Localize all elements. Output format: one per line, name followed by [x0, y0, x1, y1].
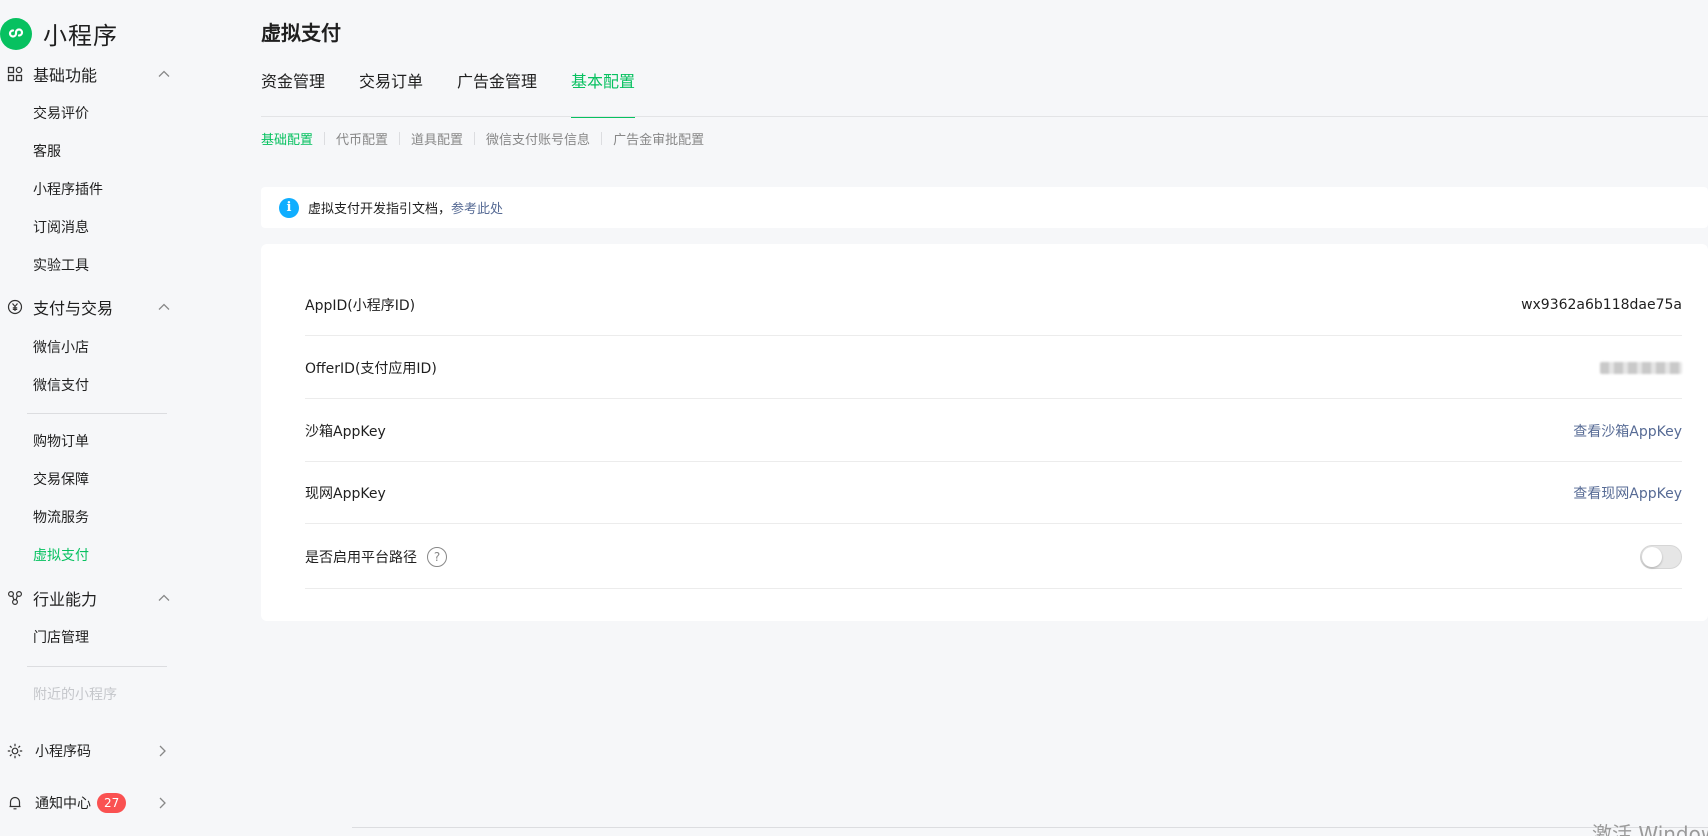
sidebar-item-virtual-pay[interactable]: 虚拟支付: [33, 545, 89, 567]
chevron-up-icon: [158, 303, 170, 310]
notification-count-badge: 27: [97, 793, 127, 813]
row-label: AppID(小程序ID): [305, 297, 416, 314]
sidebar-item-nearby-mini-programs: 附近的小程序: [33, 687, 117, 703]
row-label: 现网AppKey: [305, 485, 386, 502]
windows-activation-watermark: 激活 Windows: [1592, 822, 1708, 836]
sidebar-group-label: 支付与交易: [33, 299, 114, 318]
sidebar-group-industry[interactable]: 行业能力: [0, 583, 180, 613]
subtab-basic-config[interactable]: 基础配置: [261, 129, 313, 148]
sidebar-group-payment[interactable]: 支付与交易: [0, 292, 180, 322]
sun-burst-icon: [6, 742, 24, 760]
help-icon[interactable]: ?: [427, 546, 447, 567]
row-label-text: 是否启用平台路径: [305, 549, 417, 566]
subtab-currency-config[interactable]: 代币配置: [336, 129, 388, 148]
toggle-knob: [1642, 546, 1662, 567]
dev-guide-notice: i 虚拟支付开发指引文档， 参考此处: [261, 187, 1708, 228]
sidebar-item-shopping-orders[interactable]: 购物订单: [33, 431, 89, 453]
notice-text: 虚拟支付开发指引文档，: [308, 202, 452, 217]
sidebar-item-plugins[interactable]: 小程序插件: [33, 179, 103, 201]
config-row-sandbox-appkey: 沙箱AppKey 查看沙箱AppKey: [305, 400, 1682, 462]
sub-tabs: 基础配置 代币配置 道具配置 微信支付账号信息 广告金审批配置: [261, 128, 704, 148]
grid-icon: [6, 65, 24, 83]
tab-fund-management[interactable]: 资金管理: [261, 70, 325, 118]
yuan-circle-icon: [6, 298, 24, 316]
config-row-live-appkey: 现网AppKey 查看现网AppKey: [305, 462, 1682, 524]
sidebar-divider: [27, 666, 167, 667]
bell-icon: [6, 794, 24, 812]
sidebar-item-trade-guarantee[interactable]: 交易保障: [33, 469, 89, 491]
subtab-separator: [474, 131, 476, 145]
view-sandbox-appkey-link[interactable]: 查看沙箱AppKey: [1573, 421, 1682, 441]
nodes-icon: [6, 589, 24, 607]
subtab-wechat-pay-account[interactable]: 微信支付账号信息: [486, 129, 590, 148]
sidebar-item-label: 小程序码: [35, 744, 91, 760]
sidebar-item-logistics[interactable]: 物流服务: [33, 507, 89, 529]
sidebar-item-trade-review[interactable]: 交易评价: [33, 103, 89, 125]
sidebar-divider: [27, 413, 167, 414]
tab-ad-fund-management[interactable]: 广告金管理: [457, 70, 537, 118]
platform-path-toggle[interactable]: [1640, 544, 1682, 569]
footer-divider: [352, 827, 1708, 828]
config-row-appid: AppID(小程序ID) wx9362a6b118dae75a: [305, 274, 1682, 336]
config-row-platform-path: 是否启用平台路径 ?: [305, 525, 1682, 589]
app-logo-text: 小程序: [43, 22, 118, 50]
subtab-separator: [601, 131, 603, 145]
tab-basic-config[interactable]: 基本配置: [571, 70, 636, 118]
view-live-appkey-link[interactable]: 查看现网AppKey: [1573, 483, 1682, 503]
subtab-item-config[interactable]: 道具配置: [411, 129, 463, 148]
config-row-offerid: OfferID(支付应用ID): [305, 337, 1682, 399]
row-label: 沙箱AppKey: [305, 423, 386, 440]
chevron-up-icon: [158, 594, 170, 601]
tab-trade-orders[interactable]: 交易订单: [359, 70, 423, 118]
mini-program-logo-icon: [0, 17, 32, 50]
app-logo[interactable]: 小程序: [0, 16, 118, 51]
sidebar-item-wechat-shop[interactable]: 微信小店: [33, 337, 89, 359]
row-label: OfferID(支付应用ID): [305, 360, 437, 377]
config-card: AppID(小程序ID) wx9362a6b118dae75a OfferID(…: [261, 244, 1708, 621]
tabs-divider: [261, 116, 1708, 117]
sidebar-item-store-management[interactable]: 门店管理: [33, 627, 89, 649]
sidebar-item-qrcode[interactable]: 小程序码: [0, 736, 180, 766]
appid-value: wx9362a6b118dae75a: [1521, 296, 1682, 313]
info-icon: i: [279, 197, 299, 218]
sidebar-group-label: 基础功能: [33, 66, 98, 85]
main-tabs: 资金管理 交易订单 广告金管理 基本配置: [261, 70, 669, 118]
chevron-right-icon: [159, 745, 166, 757]
sidebar-item-wechat-pay[interactable]: 微信支付: [33, 375, 89, 397]
notice-reference-link[interactable]: 参考此处: [451, 198, 503, 217]
page-title: 虚拟支付: [261, 21, 341, 45]
sidebar-group-basic[interactable]: 基础功能: [0, 59, 180, 89]
sidebar-item-notifications[interactable]: 通知中心 27: [0, 788, 180, 818]
chevron-right-icon: [159, 797, 166, 809]
subtab-ad-fund-approval[interactable]: 广告金审批配置: [613, 129, 704, 148]
subtab-separator: [399, 131, 401, 145]
sidebar-group-label: 行业能力: [33, 590, 98, 609]
sidebar-item-subscribe-message[interactable]: 订阅消息: [33, 217, 89, 239]
sidebar-item-label: 通知中心: [35, 796, 91, 812]
sidebar-item-customer-service[interactable]: 客服: [33, 141, 61, 163]
offerid-masked-value: [1600, 361, 1682, 374]
chevron-up-icon: [158, 70, 170, 77]
sidebar: 小程序 基础功能 交易评价 客服 小程序插件 订阅消息 实验工具 支付与交易 微…: [0, 0, 190, 836]
subtab-separator: [324, 131, 326, 145]
row-label: 是否启用平台路径 ?: [305, 546, 447, 567]
sidebar-item-lab-tools[interactable]: 实验工具: [33, 255, 89, 277]
